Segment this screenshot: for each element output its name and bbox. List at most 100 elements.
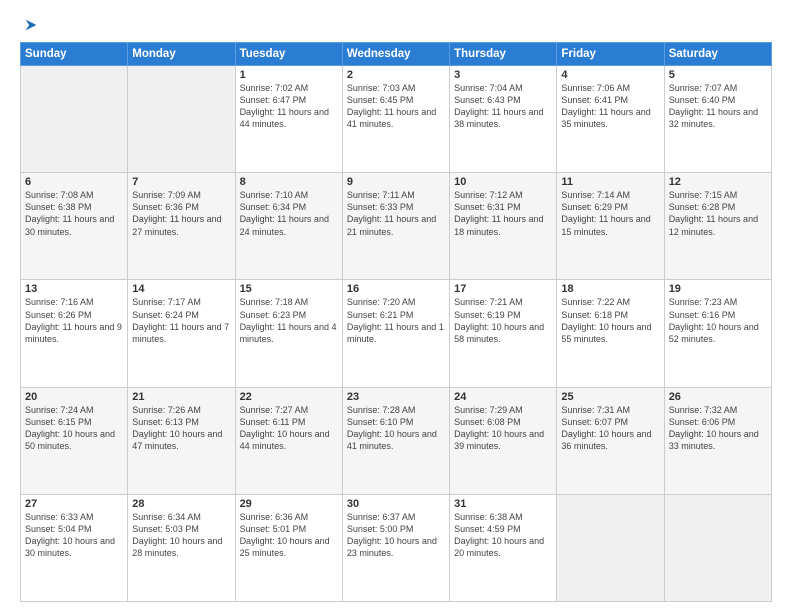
- day-info: Sunrise: 6:37 AM Sunset: 5:00 PM Dayligh…: [347, 511, 445, 560]
- calendar-week-2: 6Sunrise: 7:08 AM Sunset: 6:38 PM Daylig…: [21, 173, 772, 280]
- day-info: Sunrise: 7:12 AM Sunset: 6:31 PM Dayligh…: [454, 189, 552, 238]
- day-number: 19: [669, 283, 767, 295]
- logo-line: [20, 16, 40, 34]
- calendar-cell: 18Sunrise: 7:22 AM Sunset: 6:18 PM Dayli…: [557, 280, 664, 387]
- day-info: Sunrise: 7:27 AM Sunset: 6:11 PM Dayligh…: [240, 404, 338, 453]
- day-info: Sunrise: 7:26 AM Sunset: 6:13 PM Dayligh…: [132, 404, 230, 453]
- day-number: 3: [454, 69, 552, 81]
- calendar-cell: 26Sunrise: 7:32 AM Sunset: 6:06 PM Dayli…: [664, 387, 771, 494]
- day-info: Sunrise: 7:06 AM Sunset: 6:41 PM Dayligh…: [561, 82, 659, 131]
- day-of-week-tuesday: Tuesday: [235, 43, 342, 66]
- day-number: 13: [25, 283, 123, 295]
- day-info: Sunrise: 7:23 AM Sunset: 6:16 PM Dayligh…: [669, 296, 767, 345]
- day-number: 18: [561, 283, 659, 295]
- calendar-cell: 7Sunrise: 7:09 AM Sunset: 6:36 PM Daylig…: [128, 173, 235, 280]
- day-number: 1: [240, 69, 338, 81]
- calendar-cell: 11Sunrise: 7:14 AM Sunset: 6:29 PM Dayli…: [557, 173, 664, 280]
- day-number: 23: [347, 391, 445, 403]
- day-info: Sunrise: 6:34 AM Sunset: 5:03 PM Dayligh…: [132, 511, 230, 560]
- calendar-cell: 22Sunrise: 7:27 AM Sunset: 6:11 PM Dayli…: [235, 387, 342, 494]
- calendar-body: 1Sunrise: 7:02 AM Sunset: 6:47 PM Daylig…: [21, 66, 772, 602]
- calendar-cell: 12Sunrise: 7:15 AM Sunset: 6:28 PM Dayli…: [664, 173, 771, 280]
- day-number: 28: [132, 498, 230, 510]
- day-info: Sunrise: 7:02 AM Sunset: 6:47 PM Dayligh…: [240, 82, 338, 131]
- day-number: 29: [240, 498, 338, 510]
- calendar-cell: 16Sunrise: 7:20 AM Sunset: 6:21 PM Dayli…: [342, 280, 449, 387]
- day-number: 22: [240, 391, 338, 403]
- calendar-cell: 30Sunrise: 6:37 AM Sunset: 5:00 PM Dayli…: [342, 494, 449, 601]
- calendar-cell: 15Sunrise: 7:18 AM Sunset: 6:23 PM Dayli…: [235, 280, 342, 387]
- logo: [20, 16, 40, 34]
- calendar-cell: 3Sunrise: 7:04 AM Sunset: 6:43 PM Daylig…: [450, 66, 557, 173]
- day-of-week-saturday: Saturday: [664, 43, 771, 66]
- day-info: Sunrise: 6:36 AM Sunset: 5:01 PM Dayligh…: [240, 511, 338, 560]
- calendar-cell: 25Sunrise: 7:31 AM Sunset: 6:07 PM Dayli…: [557, 387, 664, 494]
- calendar-cell: 31Sunrise: 6:38 AM Sunset: 4:59 PM Dayli…: [450, 494, 557, 601]
- day-info: Sunrise: 7:16 AM Sunset: 6:26 PM Dayligh…: [25, 296, 123, 345]
- day-info: Sunrise: 7:15 AM Sunset: 6:28 PM Dayligh…: [669, 189, 767, 238]
- day-number: 11: [561, 176, 659, 188]
- day-info: Sunrise: 7:07 AM Sunset: 6:40 PM Dayligh…: [669, 82, 767, 131]
- calendar-cell: 28Sunrise: 6:34 AM Sunset: 5:03 PM Dayli…: [128, 494, 235, 601]
- day-info: Sunrise: 7:24 AM Sunset: 6:15 PM Dayligh…: [25, 404, 123, 453]
- logo-arrow-icon: [22, 16, 40, 34]
- day-info: Sunrise: 7:21 AM Sunset: 6:19 PM Dayligh…: [454, 296, 552, 345]
- day-number: 6: [25, 176, 123, 188]
- calendar-cell: 17Sunrise: 7:21 AM Sunset: 6:19 PM Dayli…: [450, 280, 557, 387]
- day-number: 15: [240, 283, 338, 295]
- day-number: 12: [669, 176, 767, 188]
- calendar-cell: [128, 66, 235, 173]
- day-number: 27: [25, 498, 123, 510]
- day-info: Sunrise: 7:31 AM Sunset: 6:07 PM Dayligh…: [561, 404, 659, 453]
- day-info: Sunrise: 7:18 AM Sunset: 6:23 PM Dayligh…: [240, 296, 338, 345]
- day-info: Sunrise: 7:22 AM Sunset: 6:18 PM Dayligh…: [561, 296, 659, 345]
- calendar-week-5: 27Sunrise: 6:33 AM Sunset: 5:04 PM Dayli…: [21, 494, 772, 601]
- calendar-cell: 9Sunrise: 7:11 AM Sunset: 6:33 PM Daylig…: [342, 173, 449, 280]
- day-info: Sunrise: 7:28 AM Sunset: 6:10 PM Dayligh…: [347, 404, 445, 453]
- header: [20, 16, 772, 34]
- day-number: 9: [347, 176, 445, 188]
- day-info: Sunrise: 6:38 AM Sunset: 4:59 PM Dayligh…: [454, 511, 552, 560]
- day-number: 8: [240, 176, 338, 188]
- calendar-cell: [21, 66, 128, 173]
- days-of-week-row: SundayMondayTuesdayWednesdayThursdayFrid…: [21, 43, 772, 66]
- calendar-week-1: 1Sunrise: 7:02 AM Sunset: 6:47 PM Daylig…: [21, 66, 772, 173]
- day-number: 21: [132, 391, 230, 403]
- day-of-week-thursday: Thursday: [450, 43, 557, 66]
- day-info: Sunrise: 7:14 AM Sunset: 6:29 PM Dayligh…: [561, 189, 659, 238]
- day-number: 25: [561, 391, 659, 403]
- calendar-cell: 8Sunrise: 7:10 AM Sunset: 6:34 PM Daylig…: [235, 173, 342, 280]
- day-info: Sunrise: 7:17 AM Sunset: 6:24 PM Dayligh…: [132, 296, 230, 345]
- calendar-cell: 5Sunrise: 7:07 AM Sunset: 6:40 PM Daylig…: [664, 66, 771, 173]
- day-of-week-friday: Friday: [557, 43, 664, 66]
- calendar-cell: 2Sunrise: 7:03 AM Sunset: 6:45 PM Daylig…: [342, 66, 449, 173]
- page: SundayMondayTuesdayWednesdayThursdayFrid…: [0, 0, 792, 612]
- calendar-cell: 29Sunrise: 6:36 AM Sunset: 5:01 PM Dayli…: [235, 494, 342, 601]
- calendar-cell: 14Sunrise: 7:17 AM Sunset: 6:24 PM Dayli…: [128, 280, 235, 387]
- calendar-header: SundayMondayTuesdayWednesdayThursdayFrid…: [21, 43, 772, 66]
- day-number: 2: [347, 69, 445, 81]
- day-info: Sunrise: 7:20 AM Sunset: 6:21 PM Dayligh…: [347, 296, 445, 345]
- calendar-cell: 13Sunrise: 7:16 AM Sunset: 6:26 PM Dayli…: [21, 280, 128, 387]
- calendar-cell: 21Sunrise: 7:26 AM Sunset: 6:13 PM Dayli…: [128, 387, 235, 494]
- calendar-week-4: 20Sunrise: 7:24 AM Sunset: 6:15 PM Dayli…: [21, 387, 772, 494]
- day-number: 7: [132, 176, 230, 188]
- calendar-cell: [664, 494, 771, 601]
- calendar-week-3: 13Sunrise: 7:16 AM Sunset: 6:26 PM Dayli…: [21, 280, 772, 387]
- day-number: 26: [669, 391, 767, 403]
- day-info: Sunrise: 7:10 AM Sunset: 6:34 PM Dayligh…: [240, 189, 338, 238]
- day-number: 30: [347, 498, 445, 510]
- calendar-cell: 10Sunrise: 7:12 AM Sunset: 6:31 PM Dayli…: [450, 173, 557, 280]
- day-number: 20: [25, 391, 123, 403]
- day-number: 4: [561, 69, 659, 81]
- day-info: Sunrise: 7:04 AM Sunset: 6:43 PM Dayligh…: [454, 82, 552, 131]
- calendar-cell: 1Sunrise: 7:02 AM Sunset: 6:47 PM Daylig…: [235, 66, 342, 173]
- day-number: 31: [454, 498, 552, 510]
- calendar-cell: [557, 494, 664, 601]
- day-info: Sunrise: 6:33 AM Sunset: 5:04 PM Dayligh…: [25, 511, 123, 560]
- day-info: Sunrise: 7:09 AM Sunset: 6:36 PM Dayligh…: [132, 189, 230, 238]
- day-number: 24: [454, 391, 552, 403]
- calendar-cell: 19Sunrise: 7:23 AM Sunset: 6:16 PM Dayli…: [664, 280, 771, 387]
- day-info: Sunrise: 7:32 AM Sunset: 6:06 PM Dayligh…: [669, 404, 767, 453]
- calendar-cell: 6Sunrise: 7:08 AM Sunset: 6:38 PM Daylig…: [21, 173, 128, 280]
